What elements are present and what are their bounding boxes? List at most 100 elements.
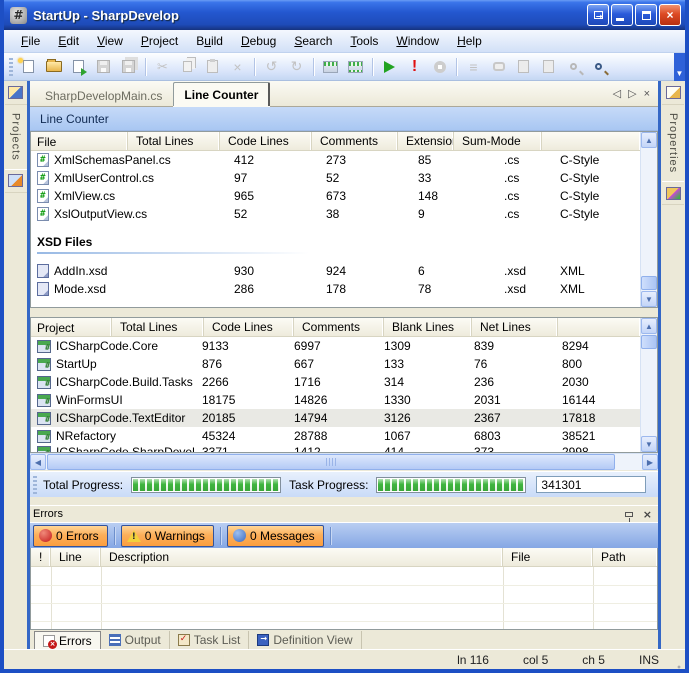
menu-search[interactable]: Search (285, 31, 341, 51)
project-table-row[interactable]: ICSharpCode.Build.Tasks 2266 1716 314 23… (31, 373, 640, 391)
vertical-scrollbar[interactable]: ▲ ▼ (640, 132, 657, 307)
minimize-button[interactable] (611, 4, 633, 26)
project-table-row[interactable]: ICSharpCode.SharpDevelop 3371 1412 414 3… (31, 445, 640, 452)
scroll-down-icon[interactable]: ▼ (641, 436, 657, 452)
delete-button[interactable]: × (225, 55, 250, 79)
tools-pad-button[interactable] (662, 181, 684, 205)
scroll-up-icon[interactable]: ▲ (641, 132, 657, 148)
menu-view[interactable]: View (88, 31, 132, 51)
column-sum-mode[interactable]: Sum-Mode (454, 132, 542, 150)
horizontal-scrollbar[interactable]: ◀ ▶ (30, 453, 658, 470)
scroll-down-icon[interactable]: ▼ (641, 291, 657, 307)
project-table-row[interactable]: ICSharpCode.Core 9133 6997 1309 839 8294 (31, 337, 640, 355)
column-file[interactable]: File (31, 132, 128, 150)
menu-build[interactable]: Build (187, 31, 232, 51)
tab-line-counter[interactable]: Line Counter (173, 82, 270, 106)
run-button[interactable] (377, 55, 402, 79)
build-button[interactable] (318, 55, 343, 79)
menu-edit[interactable]: Edit (49, 31, 88, 51)
vertical-scrollbar[interactable]: ▲ ▼ (640, 318, 657, 452)
project-table-row[interactable]: WinFormsUI 18175 14826 1330 2031 16144 (31, 391, 640, 409)
column-code-lines[interactable]: Code Lines (220, 132, 312, 150)
comment-region-button[interactable] (486, 55, 511, 79)
undo-button[interactable]: ↺ (259, 55, 284, 79)
properties-pad-button[interactable] (662, 81, 684, 105)
column-comments[interactable]: Comments (312, 132, 398, 150)
menu-help[interactable]: Help (448, 31, 491, 51)
scrollbar-thumb[interactable] (641, 276, 657, 290)
menu-file[interactable]: File (12, 31, 49, 51)
errors-filter-button[interactable]: 0 Errors (33, 525, 108, 547)
file-table-row[interactable]: XmlSchemasPanel.cs 412 273 85 .cs C-Styl… (31, 151, 640, 169)
copy-button[interactable] (175, 55, 200, 79)
progress-row-grip[interactable] (33, 476, 37, 494)
scroll-up-icon[interactable]: ▲ (641, 318, 657, 334)
column-line[interactable]: Line (51, 548, 101, 566)
column-code-lines[interactable]: Code Lines (204, 318, 294, 336)
project-table-row[interactable]: ICSharpCode.TextEditor 20185 14794 3126 … (31, 409, 640, 427)
warnings-filter-button[interactable]: 0 Warnings (121, 525, 214, 547)
column-description[interactable]: Description (101, 548, 503, 566)
scrollbar-thumb[interactable] (641, 335, 657, 349)
maximize-button[interactable] (635, 4, 657, 26)
column-net-lines[interactable]: Net Lines (472, 318, 558, 336)
tab-scroll-right-icon[interactable]: ▷ (628, 87, 636, 100)
save-all-button[interactable] (116, 55, 141, 79)
find-button[interactable] (586, 55, 611, 79)
pad-tab-output[interactable]: Output (101, 631, 170, 649)
column-severity[interactable]: ! (31, 548, 51, 566)
file-table-row[interactable]: XslOutputView.cs 52 38 9 .cs C-Style (31, 205, 640, 223)
pin-icon[interactable] (625, 512, 633, 517)
stop-button[interactable] (427, 55, 452, 79)
file-table-row[interactable]: XmlView.cs 965 673 148 .cs C-Style (31, 187, 640, 205)
tab-sharpdevelopmain[interactable]: SharpDevelopMain.cs (34, 84, 173, 106)
save-button[interactable] (91, 55, 116, 79)
column-project[interactable]: Project (31, 318, 112, 336)
menu-tools[interactable]: Tools (341, 31, 387, 51)
search-in-files-button[interactable] (561, 55, 586, 79)
pad-tab-errors[interactable]: Errors (34, 631, 101, 649)
resize-grip[interactable] (669, 657, 681, 669)
menu-window[interactable]: Window (387, 31, 448, 51)
properties-tab-label[interactable]: Properties (667, 105, 679, 181)
column-file[interactable]: File (503, 548, 593, 566)
column-total-lines[interactable]: Total Lines (112, 318, 204, 336)
column-comments[interactable]: Comments (294, 318, 384, 336)
projects-pad-button[interactable] (5, 81, 27, 105)
scroll-right-icon[interactable]: ▶ (642, 454, 658, 470)
projects-tab-label[interactable]: Projects (10, 105, 22, 169)
toolbar-grip[interactable] (9, 58, 13, 76)
build-all-button[interactable] (343, 55, 368, 79)
redo-button[interactable]: ↻ (284, 55, 309, 79)
scroll-left-icon[interactable]: ◀ (30, 454, 46, 470)
pad-close-icon[interactable]: × (643, 508, 652, 521)
tab-close-icon[interactable]: × (644, 88, 650, 100)
messages-filter-button[interactable]: 0 Messages (227, 525, 324, 547)
column-blank-lines[interactable]: Blank Lines (384, 318, 472, 336)
pad-tab-task-list[interactable]: Task List (170, 631, 250, 649)
file-table-row[interactable]: AddIn.xsd 930 924 6 .xsd XML (31, 262, 640, 280)
classes-pad-button[interactable] (5, 169, 27, 193)
pad-tab-definition-view[interactable]: Definition View (249, 631, 361, 649)
scrollbar-thumb[interactable] (47, 454, 615, 470)
project-table-row[interactable]: StartUp 876 667 133 76 800 (31, 355, 640, 373)
abort-button[interactable]: ! (402, 55, 427, 79)
file-table-row[interactable]: XmlUserControl.cs 97 52 33 .cs C-Style (31, 169, 640, 187)
toggle-fullscreen-button[interactable]: → (587, 4, 609, 26)
cut-button[interactable]: ✂ (150, 55, 175, 79)
new-project-button[interactable] (66, 55, 91, 79)
paste-button[interactable] (200, 55, 225, 79)
tab-scroll-left-icon[interactable]: ◁ (613, 87, 621, 100)
open-file-button[interactable] (41, 55, 66, 79)
close-button[interactable]: × (659, 4, 681, 26)
file-table-row[interactable]: Mode.xsd 286 178 78 .xsd XML (31, 280, 640, 298)
find-references-button[interactable] (536, 55, 561, 79)
new-file-button[interactable] (16, 55, 41, 79)
column-path[interactable]: Path (593, 548, 657, 566)
toolbar-overflow-button[interactable]: ▼ (674, 53, 685, 81)
project-table-row[interactable]: NRefactory 45324 28788 1067 6803 38521 (31, 427, 640, 445)
menu-project[interactable]: Project (132, 31, 187, 51)
task-list-button[interactable]: ≡ (461, 55, 486, 79)
column-extension[interactable]: Extension (398, 132, 454, 150)
goto-definition-button[interactable] (511, 55, 536, 79)
